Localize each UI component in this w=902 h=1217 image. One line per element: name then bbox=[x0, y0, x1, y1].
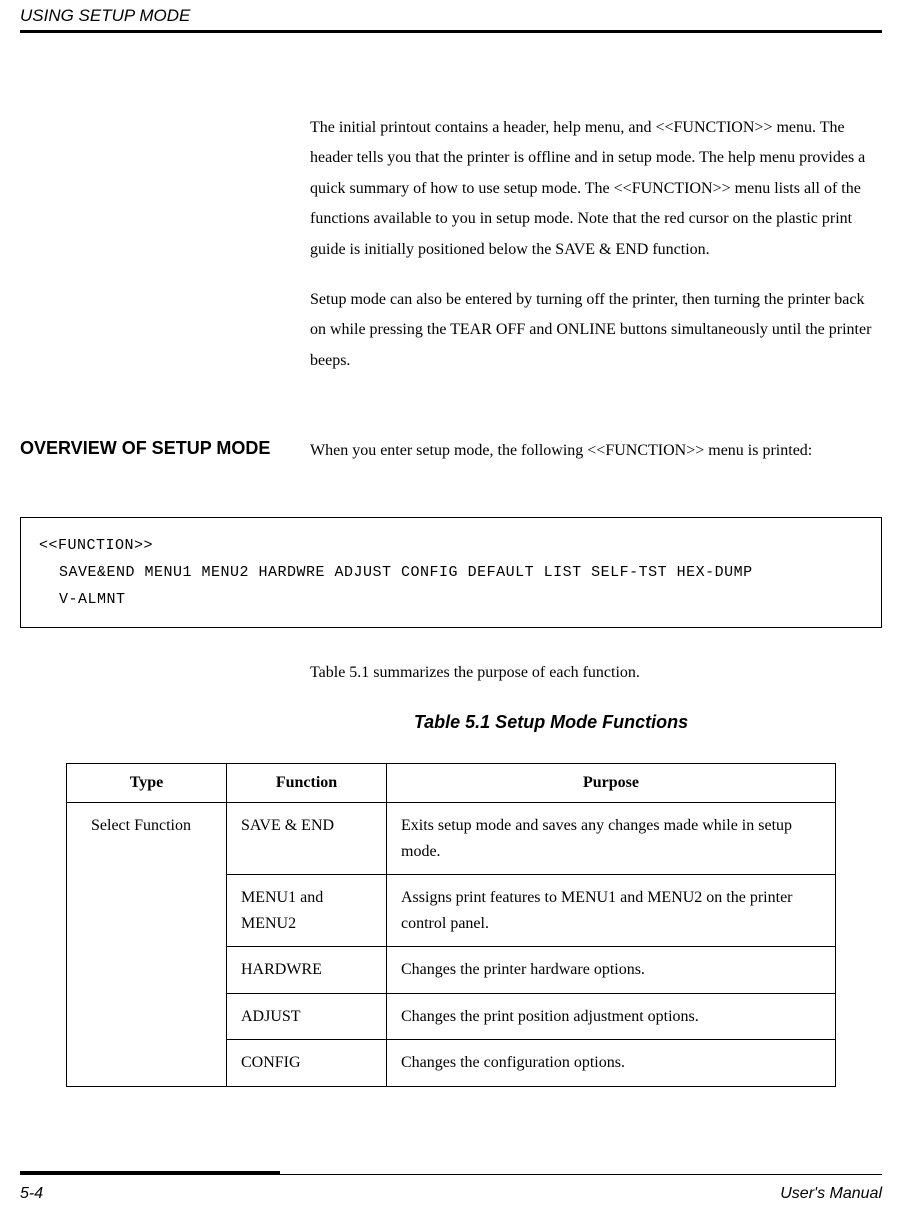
cell-type: Select Function bbox=[67, 802, 227, 1086]
main-content: The initial printout contains a header, … bbox=[0, 33, 902, 1087]
overview-row: OVERVIEW OF SETUP MODE When you enter se… bbox=[20, 436, 882, 466]
th-purpose: Purpose bbox=[387, 763, 836, 802]
cell-function: MENU1 and MENU2 bbox=[227, 875, 387, 947]
overview-intro: When you enter setup mode, the following… bbox=[310, 436, 882, 466]
running-header: USING SETUP MODE bbox=[0, 0, 902, 30]
table-header-row: Type Function Purpose bbox=[67, 763, 836, 802]
section-heading: OVERVIEW OF SETUP MODE bbox=[20, 436, 290, 461]
paragraph-1: The initial printout contains a header, … bbox=[310, 113, 882, 265]
cell-function: CONFIG bbox=[227, 1040, 387, 1087]
page-footer: 5-4 User's Manual bbox=[0, 1185, 902, 1203]
cell-function: ADJUST bbox=[227, 993, 387, 1040]
page-number: 5-4 bbox=[20, 1185, 43, 1203]
table-caption: Table 5.1 Setup Mode Functions bbox=[20, 712, 882, 733]
table-row: Select Function SAVE & END Exits setup m… bbox=[67, 802, 836, 874]
table-intro: Table 5.1 summarizes the purpose of each… bbox=[310, 658, 882, 688]
cell-purpose: Changes the print position adjustment op… bbox=[387, 993, 836, 1040]
manual-label: User's Manual bbox=[780, 1185, 882, 1203]
overview-left: OVERVIEW OF SETUP MODE bbox=[20, 436, 310, 461]
function-line-1: <<FUNCTION>> bbox=[39, 532, 863, 559]
paragraph-2: Setup mode can also be entered by turnin… bbox=[310, 285, 882, 376]
cell-purpose: Changes the printer hardware options. bbox=[387, 947, 836, 994]
header-title: USING SETUP MODE bbox=[20, 6, 190, 25]
table-intro-right: Table 5.1 summarizes the purpose of each… bbox=[310, 658, 882, 712]
intro-row: The initial printout contains a header, … bbox=[20, 113, 882, 396]
cell-purpose: Changes the configuration options. bbox=[387, 1040, 836, 1087]
th-type: Type bbox=[67, 763, 227, 802]
function-line-2: SAVE&END MENU1 MENU2 HARDWRE ADJUST CONF… bbox=[39, 559, 863, 586]
intro-right: The initial printout contains a header, … bbox=[310, 113, 882, 396]
cell-function: HARDWRE bbox=[227, 947, 387, 994]
footer-thick-stub bbox=[20, 1171, 280, 1175]
function-line-3: V-ALMNT bbox=[39, 586, 863, 613]
overview-right: When you enter setup mode, the following… bbox=[310, 436, 882, 466]
th-function: Function bbox=[227, 763, 387, 802]
setup-functions-table: Type Function Purpose Select Function SA… bbox=[66, 763, 836, 1087]
cell-function: SAVE & END bbox=[227, 802, 387, 874]
cell-purpose: Assigns print features to MENU1 and MENU… bbox=[387, 875, 836, 947]
function-menu-box: <<FUNCTION>> SAVE&END MENU1 MENU2 HARDWR… bbox=[20, 517, 882, 628]
cell-purpose: Exits setup mode and saves any changes m… bbox=[387, 802, 836, 874]
table-intro-row: Table 5.1 summarizes the purpose of each… bbox=[20, 658, 882, 712]
